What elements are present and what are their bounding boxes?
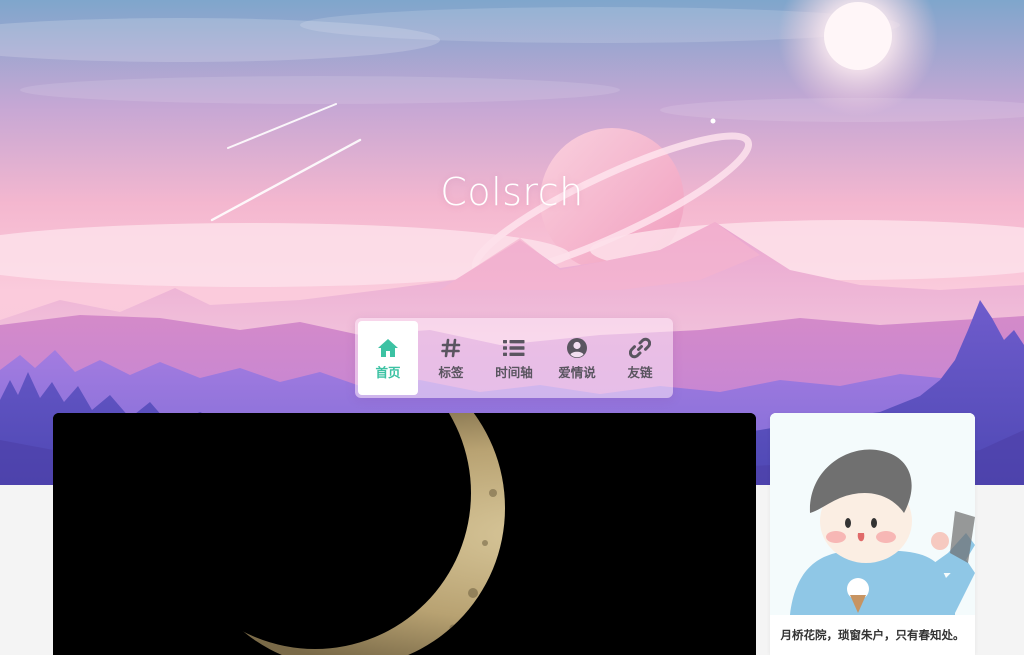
- nav-label-friends: 友链: [627, 365, 653, 380]
- nav-label-love: 爱情说: [558, 365, 596, 380]
- avatar[interactable]: [770, 413, 975, 615]
- nav-item-love[interactable]: 爱情说: [547, 321, 607, 395]
- link-icon: [628, 336, 652, 360]
- nav-label-tags: 标签: [438, 365, 464, 380]
- post-card[interactable]: [53, 413, 756, 655]
- nav-item-friends[interactable]: 友链: [610, 321, 670, 395]
- avatar-illustration: [770, 413, 975, 615]
- nav-label-home: 首页: [375, 365, 401, 380]
- page: Colsrch 首页 标签 时间轴 爱情说 友链 月桥花院，琐窗朱户，只有春知处…: [0, 0, 1024, 655]
- post-cover-image: [53, 413, 756, 655]
- site-title[interactable]: Colsrch: [0, 170, 1024, 214]
- nav-item-tags[interactable]: 标签: [421, 321, 481, 395]
- home-icon: [376, 336, 400, 360]
- profile-motto: 月桥花院，琐窗朱户，只有春知处。: [780, 628, 965, 642]
- hash-icon: [439, 336, 463, 360]
- nav-label-timeline: 时间轴: [495, 365, 533, 380]
- profile-card: 月桥花院，琐窗朱户，只有春知处。: [770, 413, 975, 655]
- nav-item-home[interactable]: 首页: [358, 321, 418, 395]
- main-nav: 首页 标签 时间轴 爱情说 友链: [355, 318, 673, 398]
- nav-item-timeline[interactable]: 时间轴: [484, 321, 544, 395]
- user-circle-icon: [565, 336, 589, 360]
- list-icon: [502, 336, 526, 360]
